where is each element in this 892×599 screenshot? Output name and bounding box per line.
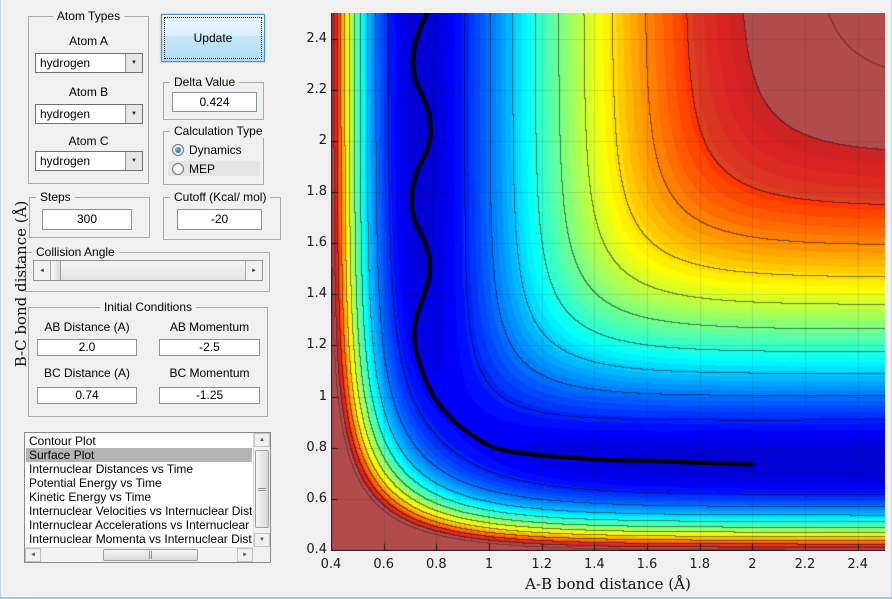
- vertical-scroll-thumb[interactable]: [255, 450, 269, 528]
- radio-dynamics[interactable]: Dynamics: [168, 142, 260, 157]
- thumb-grip-icon: [258, 487, 266, 491]
- collision-angle-panel: Collision Angle ◄ ►: [25, 245, 270, 292]
- initial-conditions-panel: Initial Conditions AB Distance (A) AB Mo…: [28, 300, 268, 417]
- atom-b-label: Atom B: [68, 85, 109, 99]
- slider-left-arrow-icon[interactable]: ◄: [34, 261, 51, 280]
- y-tick-label: 1.2: [306, 337, 327, 353]
- x-tick-label: 2: [748, 557, 757, 572]
- delta-value-field[interactable]: 0.424: [172, 92, 257, 112]
- list-item[interactable]: Surface Plot: [26, 448, 252, 462]
- chevron-down-icon[interactable]: ▼: [125, 54, 142, 72]
- bc-distance-field[interactable]: 0.74: [37, 387, 137, 404]
- atom-c-value: hydrogen: [40, 154, 91, 168]
- x-tick-label: 0.8: [425, 557, 447, 572]
- ab-momentum-field[interactable]: -2.5: [159, 339, 260, 356]
- scrollbar-corner: [253, 547, 270, 562]
- cutoff-title: Cutoff (Kcal/ mol): [170, 190, 271, 204]
- atom-c-label: Atom C: [68, 134, 109, 148]
- scroll-up-icon[interactable]: ▲: [254, 433, 270, 447]
- scroll-left-icon[interactable]: ◄: [25, 548, 41, 562]
- radio-mep-label: MEP: [189, 161, 216, 176]
- app-window: Atom Types Atom A hydrogen ▼ Atom B hydr…: [0, 0, 892, 599]
- collision-angle-slider[interactable]: ◄ ►: [33, 260, 263, 281]
- plot-type-list: Contour Plot Surface Plot Internuclear Dis…: [26, 434, 252, 546]
- list-item[interactable]: Internuclear Accelerations vs Internucle…: [26, 518, 252, 532]
- scroll-down-icon[interactable]: ▼: [254, 533, 270, 547]
- y-tick-label: 1.8: [306, 184, 327, 199]
- atom-a-label: Atom A: [69, 34, 108, 48]
- x-tick-label: 1.2: [531, 557, 552, 572]
- radio-selected-icon[interactable]: [172, 143, 184, 156]
- initial-conditions-title: Initial Conditions: [99, 300, 197, 314]
- delta-value-panel: Delta Value 0.424: [163, 75, 264, 120]
- update-button[interactable]: Update: [161, 14, 265, 62]
- pes-contour-canvas: [331, 13, 885, 551]
- slider-right-arrow-icon[interactable]: ►: [245, 261, 262, 280]
- bc-distance-label: BC Distance (A): [43, 366, 131, 380]
- y-tick-label: 1.4: [306, 286, 327, 302]
- y-tick-label: 1: [318, 388, 327, 404]
- atom-types-panel: Atom Types Atom A hydrogen ▼ Atom B hydr…: [28, 9, 149, 184]
- collision-angle-title: Collision Angle: [32, 245, 119, 259]
- ab-momentum-label: AB Momentum: [169, 320, 250, 334]
- atom-types-title: Atom Types: [52, 9, 125, 23]
- list-item[interactable]: Internuclear Distances vs Time: [26, 462, 252, 476]
- horizontal-scroll-thumb[interactable]: [103, 549, 198, 561]
- calculation-type-title: Calculation Type: [170, 124, 267, 138]
- radio-dynamics-label: Dynamics: [189, 142, 242, 157]
- chevron-down-icon[interactable]: ▼: [125, 105, 142, 123]
- y-tick-label: 0.4: [306, 542, 327, 557]
- x-tick-label: 2.4: [847, 557, 868, 572]
- chevron-down-icon[interactable]: ▼: [125, 152, 142, 170]
- atom-c-dropdown[interactable]: hydrogen ▼: [35, 151, 143, 171]
- list-item[interactable]: Internuclear Velocities vs Internuclear …: [26, 504, 252, 518]
- thumb-grip-icon: [149, 551, 152, 559]
- x-tick-label: 2.2: [794, 557, 816, 572]
- bc-momentum-field[interactable]: -1.25: [159, 387, 260, 404]
- delta-value-title: Delta Value: [170, 75, 240, 89]
- list-item[interactable]: Contour Plot: [26, 434, 252, 448]
- radio-mep[interactable]: MEP: [168, 161, 260, 176]
- x-tick-label: 1.8: [689, 557, 710, 572]
- cutoff-panel: Cutoff (Kcal/ mol) -20: [163, 190, 281, 240]
- x-tick-label: 0.4: [320, 557, 342, 572]
- horizontal-scrollbar[interactable]: ◄ ►: [25, 547, 253, 562]
- steps-panel: Steps 300: [29, 190, 150, 238]
- list-item[interactable]: Internuclear Momenta vs Internuclear Dis…: [26, 532, 252, 546]
- y-axis-label: B-C bond distance (Å): [12, 200, 30, 368]
- list-item[interactable]: Potential Energy vs Time: [26, 476, 252, 490]
- atom-a-dropdown[interactable]: hydrogen ▼: [35, 53, 143, 73]
- atom-b-dropdown[interactable]: hydrogen ▼: [35, 104, 143, 124]
- steps-title: Steps: [36, 190, 75, 204]
- x-tick-label: 1.6: [636, 557, 658, 572]
- y-tick-label: 0.8: [306, 439, 327, 455]
- steps-field[interactable]: 300: [42, 209, 132, 230]
- x-axis-label: A-B bond distance (Å): [525, 575, 691, 593]
- y-tick-label: 0.6: [306, 490, 327, 506]
- scroll-right-icon[interactable]: ►: [237, 548, 253, 562]
- ab-distance-field[interactable]: 2.0: [37, 339, 137, 356]
- y-tick-label: 2: [318, 132, 327, 148]
- x-tick-label: 1: [484, 557, 494, 572]
- cutoff-field[interactable]: -20: [177, 209, 262, 230]
- list-item[interactable]: Kinetic Energy vs Time: [26, 490, 252, 504]
- x-tick-label: 1.4: [583, 557, 605, 572]
- ab-distance-label: AB Distance (A): [44, 320, 130, 334]
- x-tick-label: 0.6: [373, 557, 394, 572]
- y-tick-label: 1.6: [306, 235, 327, 251]
- atom-b-value: hydrogen: [40, 107, 91, 121]
- bc-momentum-label: BC Momentum: [169, 366, 250, 380]
- calculation-type-panel: Calculation Type Dynamics MEP: [163, 124, 267, 185]
- vertical-scrollbar[interactable]: ▲ ▼: [253, 433, 270, 547]
- y-tick-label: 2.4: [306, 30, 327, 46]
- slider-thumb[interactable]: [51, 261, 61, 280]
- radio-unselected-icon[interactable]: [172, 162, 184, 175]
- y-tick-label: 2.2: [306, 81, 327, 97]
- atom-a-value: hydrogen: [40, 56, 91, 70]
- plot-type-listbox: Contour Plot Surface Plot Internuclear Dis…: [24, 432, 271, 563]
